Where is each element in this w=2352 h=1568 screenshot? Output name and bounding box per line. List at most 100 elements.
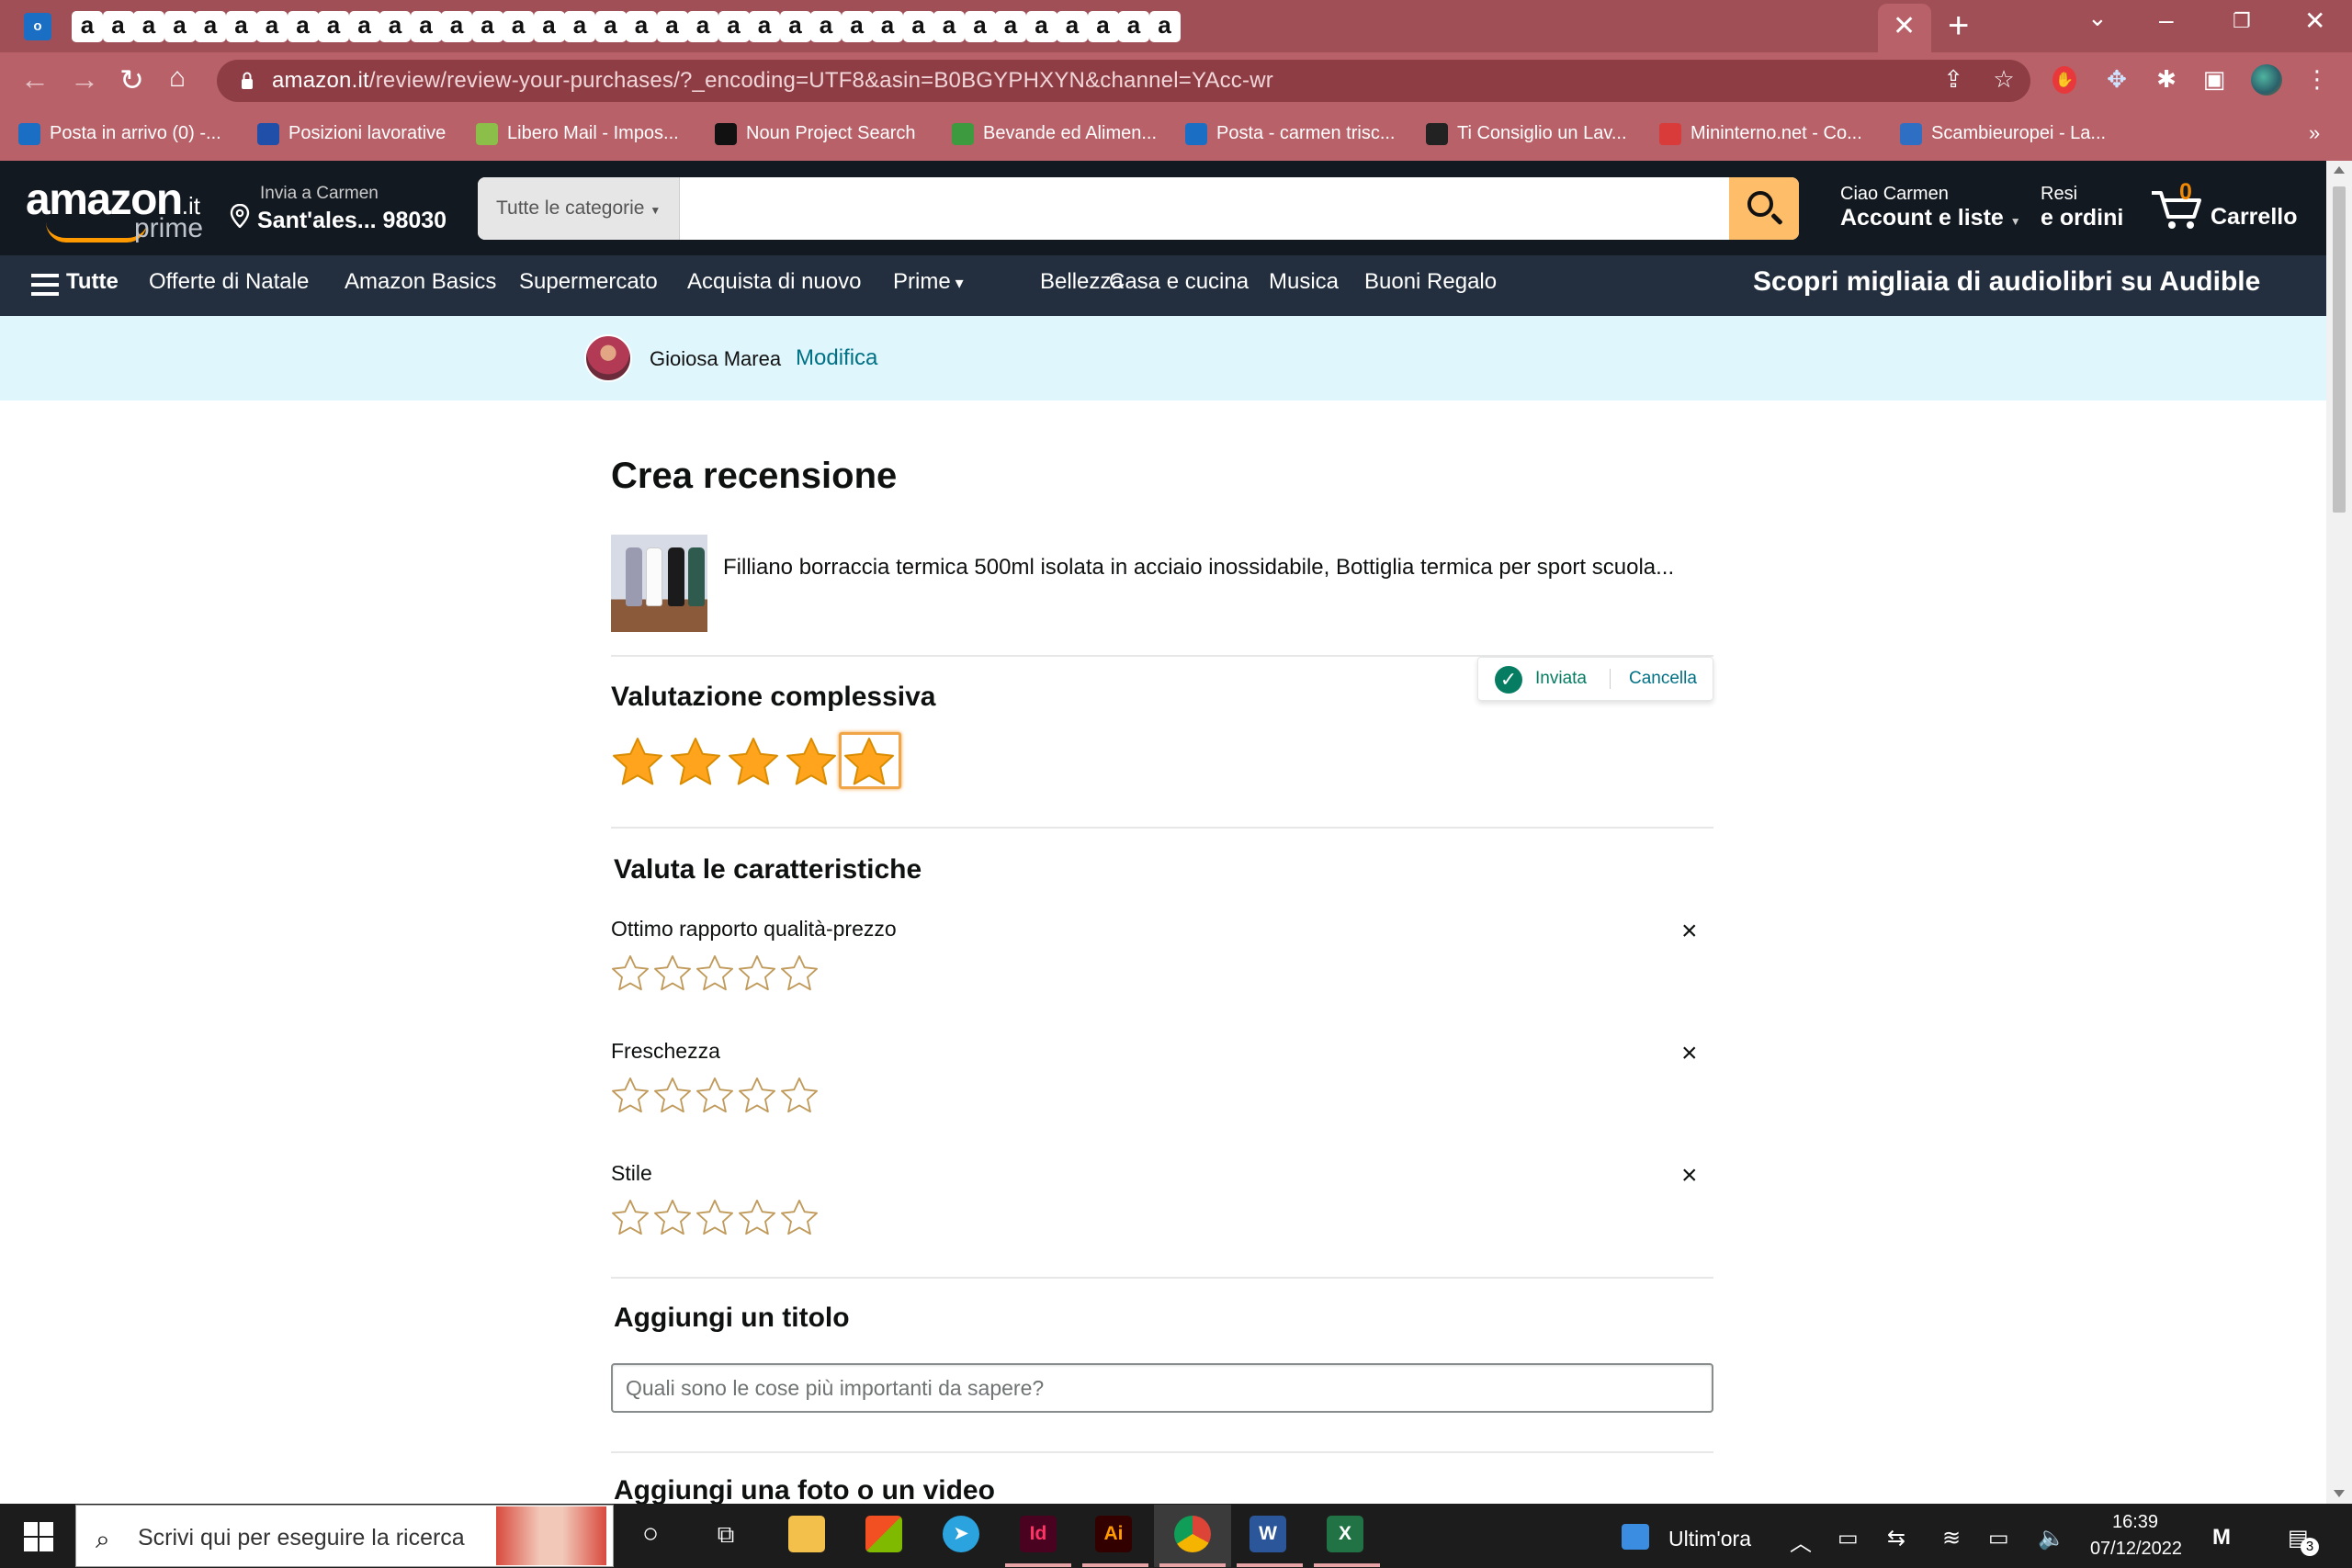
feature-star-4[interactable] <box>737 1198 777 1238</box>
amazon-tab[interactable]: a <box>902 11 934 42</box>
lock-icon[interactable] <box>241 72 254 89</box>
amazon-tab[interactable]: a <box>287 11 319 42</box>
amazon-tab[interactable]: a <box>102 11 134 42</box>
feature-star-1[interactable] <box>610 1198 650 1238</box>
scroll-down-arrow-icon[interactable] <box>2334 1490 2345 1497</box>
extensions-puzzle-icon[interactable]: ✱ <box>2152 64 2181 94</box>
bookmark-item[interactable]: Posizioni lavorative <box>257 119 446 147</box>
search-button[interactable] <box>1729 177 1799 240</box>
bookmark-item[interactable]: Mininterno.net - Co... <box>1659 119 1862 147</box>
amazon-tab[interactable]: a <box>995 11 1026 42</box>
amazon-tab[interactable]: a <box>872 11 903 42</box>
search-category-select[interactable]: Tutte le categorie ▼ <box>478 177 680 240</box>
amazon-tab[interactable]: a <box>749 11 780 42</box>
share-icon[interactable]: ⇪ <box>1939 64 1968 94</box>
nav-item[interactable]: Offerte di Natale <box>149 269 309 295</box>
telegram-icon[interactable]: ➤ <box>943 1516 979 1552</box>
side-panel-icon[interactable]: ▣ <box>2199 64 2229 94</box>
cart-link[interactable]: Carrello <box>2211 204 2297 231</box>
product-image[interactable] <box>611 535 707 632</box>
amazon-logo[interactable]: amazon.it prime <box>26 175 203 243</box>
rating-star-3[interactable] <box>726 735 781 790</box>
account-lists-menu[interactable]: Ciao Carmen Account e liste ▼ <box>1840 184 2021 231</box>
amazon-tab[interactable]: a <box>1148 11 1181 42</box>
feature-star-4[interactable] <box>737 1076 777 1116</box>
nav-item[interactable]: Musica <box>1269 269 1339 295</box>
outlook-tab-icon[interactable]: o <box>24 13 51 40</box>
tab-search-icon[interactable]: ⌄ <box>2087 4 2108 32</box>
feature-star-5[interactable] <box>779 1198 820 1238</box>
restore-button[interactable]: ❐ <box>2233 9 2251 33</box>
file-explorer-icon[interactable] <box>788 1516 825 1552</box>
bookmark-item[interactable]: Noun Project Search <box>715 119 916 147</box>
feature-star-2[interactable] <box>652 1076 693 1116</box>
feature-star-3[interactable] <box>695 1076 735 1116</box>
feature-star-3[interactable] <box>695 953 735 994</box>
feature-star-2[interactable] <box>652 1198 693 1238</box>
review-title-input[interactable] <box>611 1363 1713 1413</box>
audible-promo-link[interactable]: Scopri migliaia di audiolibri su Audible <box>1753 266 2260 298</box>
clock-time[interactable]: 16:39 <box>2111 1512 2159 1533</box>
forward-icon[interactable]: → <box>70 62 99 96</box>
bookmarks-overflow-button[interactable]: » <box>2309 119 2320 147</box>
feature-star-5[interactable] <box>779 1076 820 1116</box>
nav-all-button[interactable]: Tutte <box>66 269 119 295</box>
excel-icon[interactable]: X <box>1327 1516 1363 1552</box>
clock-date[interactable]: 07/12/2022 <box>2086 1539 2187 1560</box>
task-view-icon[interactable]: ⧉ <box>707 1516 744 1552</box>
bookmark-item[interactable]: Scambieuropei - La... <box>1900 119 2106 147</box>
browser-menu-icon[interactable]: ⋮ <box>2302 64 2332 94</box>
meet-logo-icon[interactable]: M <box>2212 1525 2231 1551</box>
remove-feature-close-icon[interactable]: × <box>1681 1162 1698 1190</box>
news-widget-label[interactable]: Ultim'ora <box>1668 1527 1751 1551</box>
feature-star-4[interactable] <box>737 953 777 994</box>
amazon-tab[interactable]: a <box>841 11 873 42</box>
minimize-button[interactable]: – <box>2159 6 2174 35</box>
rating-star-2[interactable] <box>668 735 723 790</box>
settings-sliders-icon[interactable]: ⇆ <box>1887 1525 1905 1551</box>
amazon-tab[interactable]: a <box>195 11 226 42</box>
amazon-tab[interactable]: a <box>72 11 103 42</box>
amazon-tab[interactable]: a <box>533 11 565 42</box>
amazon-tab[interactable]: a <box>1057 11 1088 42</box>
feature-star-3[interactable] <box>695 1198 735 1238</box>
amazon-tab[interactable]: a <box>379 11 411 42</box>
feature-star-2[interactable] <box>652 953 693 994</box>
bookmark-star-icon[interactable]: ☆ <box>1989 64 2018 94</box>
remove-feature-close-icon[interactable]: × <box>1681 918 1698 945</box>
amazon-tab[interactable]: a <box>164 11 196 42</box>
home-icon[interactable]: ⌂ <box>169 62 186 94</box>
amazon-tab[interactable]: a <box>810 11 842 42</box>
amazon-tab[interactable]: a <box>503 11 534 42</box>
bookmark-item[interactable]: Posta - carmen trisc... <box>1185 119 1396 147</box>
product-title[interactable]: Filliano borraccia termica 500ml isolata… <box>723 555 1674 581</box>
rating-star-4[interactable] <box>784 735 839 790</box>
amazon-tab[interactable]: a <box>225 11 257 42</box>
deliver-to[interactable]: Invia a Carmen Sant'ales... 98030 <box>230 184 447 234</box>
chrome-icon[interactable] <box>1174 1516 1211 1552</box>
word-icon[interactable]: W <box>1250 1516 1286 1552</box>
bookmark-item[interactable]: Bevande ed Alimen... <box>952 119 1157 147</box>
amazon-tab[interactable]: a <box>471 11 503 42</box>
nav-item[interactable]: Acquista di nuovo <box>687 269 861 295</box>
wifi-icon[interactable]: ≋ <box>1942 1525 1961 1551</box>
bookmark-item[interactable]: Libero Mail - Impos... <box>476 119 679 147</box>
cancel-rating-link[interactable]: Cancella <box>1629 669 1697 689</box>
page-scrollbar[interactable] <box>2326 161 2352 1504</box>
illustrator-icon[interactable]: Ai <box>1095 1516 1132 1552</box>
profile-avatar[interactable] <box>2251 64 2282 96</box>
amazon-tab[interactable]: a <box>318 11 349 42</box>
edit-profile-link[interactable]: Modifica <box>796 345 877 371</box>
amazon-tab[interactable]: a <box>1087 11 1119 42</box>
amazon-tab[interactable]: a <box>964 11 996 42</box>
bookmark-item[interactable]: Posta in arrivo (0) -... <box>18 119 221 147</box>
nav-item[interactable]: Amazon Basics <box>345 269 496 295</box>
amazon-tab[interactable]: a <box>1025 11 1057 42</box>
windows-start-icon[interactable] <box>24 1522 53 1551</box>
tray-overflow-chevron-icon[interactable]: ︿ <box>1790 1525 1812 1557</box>
amazon-tab[interactable]: a <box>933 11 965 42</box>
adblock-icon[interactable]: ✋ <box>2052 66 2076 94</box>
back-icon[interactable]: ← <box>20 62 50 96</box>
amazon-tab[interactable]: a <box>779 11 811 42</box>
search-input[interactable] <box>680 177 1690 240</box>
